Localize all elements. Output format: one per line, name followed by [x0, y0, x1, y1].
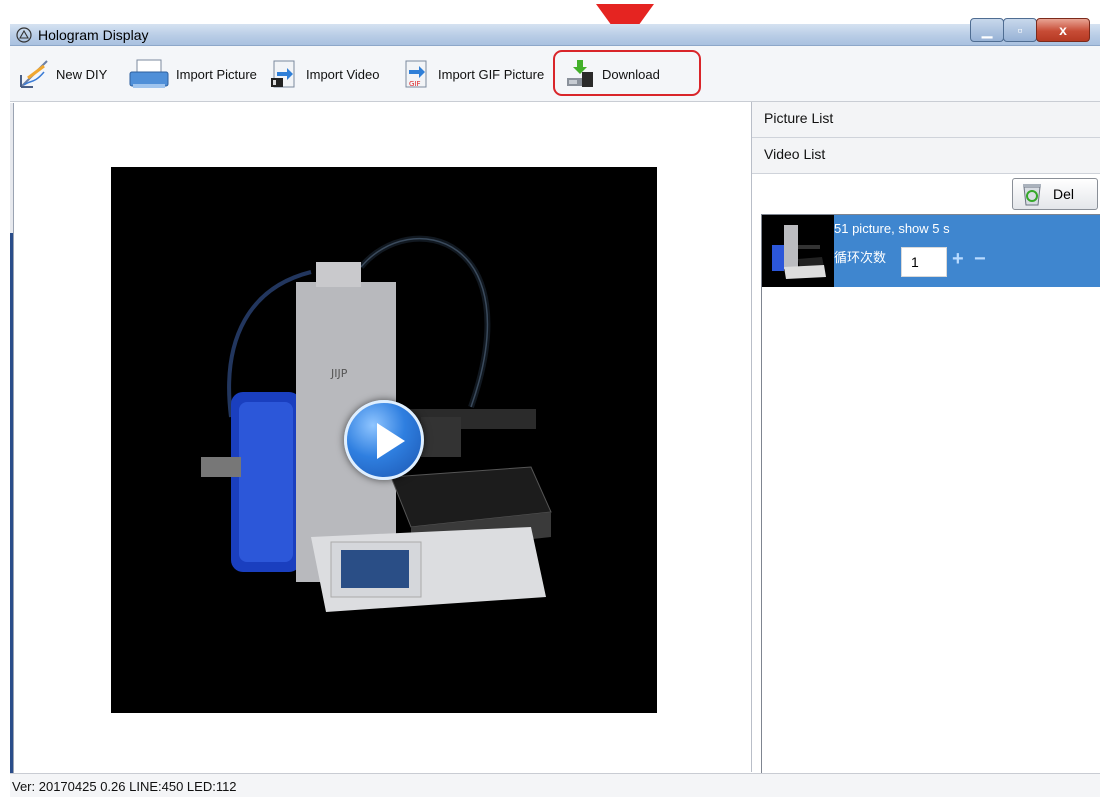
- del-label: Del: [1053, 186, 1075, 202]
- import-picture-button[interactable]: Import Picture: [128, 54, 257, 94]
- window-title: Hologram Display: [38, 27, 149, 43]
- import-picture-label: Import Picture: [176, 66, 257, 82]
- new-diy-label: New DIY: [56, 66, 108, 82]
- maximize-icon: ▫: [1017, 22, 1023, 38]
- import-video-icon: [271, 60, 295, 88]
- item-caption: 51 picture, show 5 s: [834, 221, 950, 236]
- app-window: Hologram Display ▁ ▫ x New DIY Import Pi…: [10, 18, 1100, 797]
- video-list[interactable]: 51 picture, show 5 s 循环次数 1 + −: [761, 214, 1100, 780]
- new-diy-button[interactable]: New DIY: [18, 54, 107, 94]
- list-item[interactable]: 51 picture, show 5 s 循环次数 1 + −: [762, 215, 1100, 287]
- picture-list-label: Picture List: [764, 110, 834, 126]
- import-video-label: Import Video: [306, 66, 380, 82]
- decrement-button[interactable]: −: [974, 248, 990, 270]
- download-button[interactable]: Download: [564, 54, 660, 94]
- download-label: Download: [602, 66, 660, 82]
- toolbar: New DIY Import Picture Import Video GIF …: [10, 46, 1100, 102]
- svg-text:JIJP: JIJP: [330, 367, 348, 380]
- title-bar: Hologram Display ▁ ▫ x: [10, 18, 1100, 46]
- app-icon: [16, 27, 32, 43]
- video-list-label: Video List: [764, 146, 826, 162]
- import-picture-icon: [129, 59, 169, 88]
- minimize-button[interactable]: ▁: [970, 18, 1004, 42]
- import-video-button[interactable]: Import Video: [268, 54, 379, 94]
- import-gif-button[interactable]: GIF Import GIF Picture: [400, 54, 544, 94]
- thumbnail-image: [772, 225, 826, 279]
- window-controls: ▁ ▫ x: [970, 18, 1090, 42]
- import-gif-icon: GIF: [405, 60, 427, 88]
- import-gif-label: Import GIF Picture: [438, 66, 545, 82]
- video-preview[interactable]: JIJP: [111, 167, 657, 713]
- new-diy-icon: [20, 60, 48, 88]
- close-button[interactable]: x: [1036, 18, 1090, 42]
- svg-text:GIF: GIF: [409, 80, 421, 88]
- loop-count-input[interactable]: 1: [901, 247, 947, 277]
- status-text: Ver: 20170425 0.26 LINE:450 LED:112: [12, 779, 237, 794]
- video-list-header[interactable]: Video List: [752, 138, 1100, 174]
- recycle-bin-icon: [1023, 184, 1041, 206]
- del-button[interactable]: Del: [1012, 178, 1098, 210]
- picture-list-header[interactable]: Picture List: [752, 102, 1100, 138]
- play-button[interactable]: [344, 400, 424, 480]
- loop-count-label: 循环次数: [834, 250, 887, 265]
- video-thumbnail: [762, 215, 834, 287]
- left-edge-bar: [10, 103, 14, 773]
- increment-button[interactable]: +: [952, 248, 968, 270]
- right-panel: Picture List Video List Del 51 picture, …: [751, 102, 1100, 780]
- download-icon: [567, 60, 593, 87]
- minimize-icon: ▁: [981, 22, 993, 38]
- close-icon: x: [1059, 22, 1067, 38]
- status-bar: Ver: 20170425 0.26 LINE:450 LED:112: [10, 773, 1100, 797]
- maximize-button[interactable]: ▫: [1003, 18, 1037, 42]
